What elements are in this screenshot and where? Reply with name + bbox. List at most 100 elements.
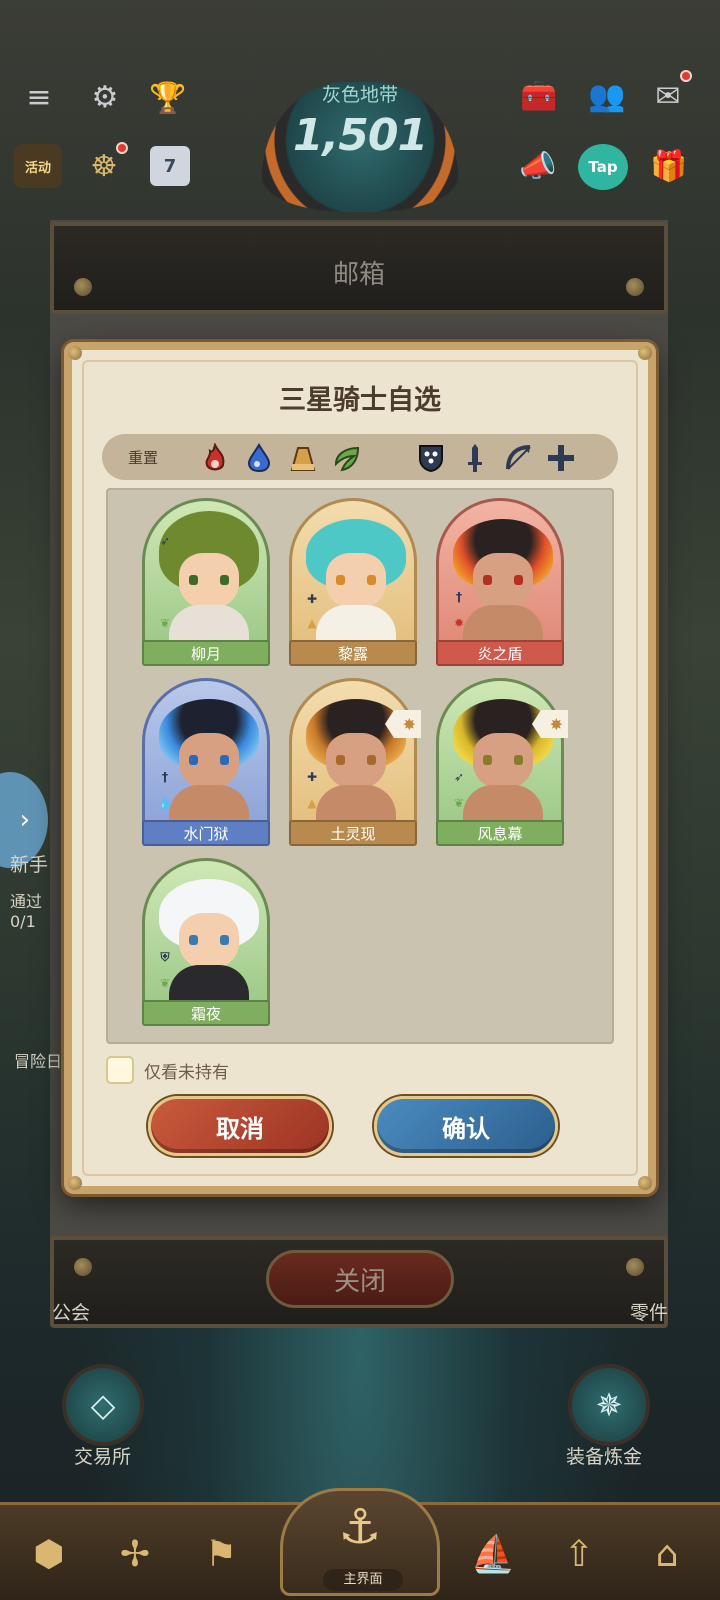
confirm-button[interactable]: 确认: [374, 1096, 558, 1156]
fire-icon: ✹: [453, 616, 465, 630]
wind-icon: ❦: [159, 616, 171, 630]
knight-name: 土灵现: [289, 820, 417, 846]
parts-label: 零件: [630, 1302, 669, 1324]
earth-icon[interactable]: [286, 441, 320, 475]
tap-label: Tap: [588, 158, 618, 176]
calendar-icon[interactable]: 7: [150, 146, 190, 186]
knight-name: 炎之盾: [436, 640, 564, 666]
fire-icon[interactable]: [198, 441, 232, 475]
menu-icon[interactable]: ≡: [20, 78, 58, 116]
adventure-label: 冒险日: [14, 1052, 63, 1071]
knight-portrait: ➶ ❦: [142, 498, 270, 648]
earth-icon: ▲: [307, 616, 317, 630]
sword-icon: †: [456, 590, 462, 604]
calendar-day: 7: [163, 155, 177, 177]
cross-icon: ✚: [306, 592, 318, 606]
only-unowned-checkbox[interactable]: [106, 1056, 134, 1084]
mailbox-header: 邮箱: [50, 222, 668, 314]
rivet: [74, 278, 92, 296]
nav-shop-icon[interactable]: ⌂: [632, 1519, 702, 1589]
water-icon[interactable]: [242, 441, 276, 475]
knight-card-yanzhidun[interactable]: † ✹ 炎之盾: [436, 498, 564, 666]
knight-name: 黎露: [289, 640, 417, 666]
refine-label: 装备炼金: [566, 1446, 643, 1468]
sword-icon: †: [162, 770, 168, 784]
rivet: [74, 1258, 92, 1276]
knight-name: 柳月: [142, 640, 270, 666]
nav-rank-icon[interactable]: ⇧: [544, 1519, 614, 1589]
gift-icon[interactable]: 🎁: [644, 142, 694, 190]
shield-icon[interactable]: [414, 441, 448, 475]
nav-main-label: 主界面: [323, 1569, 403, 1591]
only-unowned-row[interactable]: 仅看未持有: [106, 1055, 229, 1085]
wind-icon: ❦: [159, 976, 171, 990]
mail-icon[interactable]: ✉: [646, 78, 690, 114]
bow-icon: ➶: [453, 770, 465, 784]
mailbox-close-button[interactable]: 关闭: [266, 1250, 454, 1308]
corner-rivet: [638, 346, 652, 360]
knight-card-fengximu[interactable]: ➶ ❦ ✸ 风息幕: [436, 678, 568, 846]
water-icon: 💧: [157, 796, 173, 810]
mail-badge-dot: [680, 70, 692, 82]
pass-label: 通过: [10, 892, 43, 911]
trophy-icon[interactable]: 🏆: [146, 76, 190, 120]
nav-propeller-icon[interactable]: ✢: [100, 1519, 170, 1589]
knight-name: 风息幕: [436, 820, 564, 846]
filter-bar: 重置: [102, 434, 618, 480]
guild-label: 公会: [52, 1302, 91, 1324]
progress-label: 0/1: [10, 912, 36, 931]
exchange-button[interactable]: ◇: [62, 1364, 144, 1446]
nav-banner-icon[interactable]: ⚑: [186, 1519, 256, 1589]
knight-portrait: † 💧: [142, 678, 270, 828]
earth-icon: ▲: [307, 796, 317, 810]
sword-icon[interactable]: [458, 441, 492, 475]
wind-icon[interactable]: [330, 441, 364, 475]
exchange-label: 交易所: [74, 1446, 132, 1468]
chevron-right-icon: ›: [19, 805, 30, 835]
knight-portrait: ✚ ▲: [289, 498, 417, 648]
nav-ship-icon[interactable]: ⛵: [458, 1519, 528, 1589]
anchor-icon: ⚓: [338, 1499, 382, 1555]
knight-card-shuangye[interactable]: ⛨ ❦ 霜夜: [142, 858, 270, 1026]
knight-portrait: ➶ ❦: [436, 678, 564, 828]
knight-select-modal: 三星骑士自选 重置 ➶ ❦ 柳月 ✚ ▲ 黎露 † ✹ 炎之盾 † 💧 水门狱 …: [64, 342, 656, 1194]
cross-icon[interactable]: [544, 441, 578, 475]
knight-card-lilu[interactable]: ✚ ▲ 黎露: [289, 498, 417, 666]
rivet: [626, 278, 644, 296]
corner-rivet: [638, 1176, 652, 1190]
notification-dot: [116, 142, 128, 154]
refine-button[interactable]: ✵: [568, 1364, 650, 1446]
friends-icon[interactable]: 👥: [584, 74, 630, 118]
knight-name: 水门狱: [142, 820, 270, 846]
corner-rivet: [68, 346, 82, 360]
zone-score: 1,501: [292, 110, 428, 161]
knight-card-shuimenyu[interactable]: † 💧 水门狱: [142, 678, 270, 846]
knight-name: 霜夜: [142, 1000, 270, 1026]
toolbox-icon[interactable]: 🧰: [516, 76, 562, 116]
wind-icon: ❦: [453, 796, 465, 810]
tap-icon[interactable]: Tap: [578, 144, 628, 190]
knight-grid: ➶ ❦ 柳月 ✚ ▲ 黎露 † ✹ 炎之盾 † 💧 水门狱 ✚ ▲ ✸ 土灵现 …: [106, 488, 614, 1044]
newbie-label: 新手: [10, 854, 49, 876]
rivet: [626, 1258, 644, 1276]
nav-main-button[interactable]: ⚓ 主界面: [280, 1488, 440, 1596]
gear-icon[interactable]: ⚙: [84, 76, 126, 118]
reset-filter-button[interactable]: 重置: [128, 447, 158, 468]
cross-icon: ✚: [306, 770, 318, 784]
nav-equipment-icon[interactable]: ⬢: [14, 1519, 84, 1589]
knight-card-liuyue[interactable]: ➶ ❦ 柳月: [142, 498, 270, 666]
activity-icon[interactable]: 活动: [14, 144, 62, 188]
only-unowned-label: 仅看未持有: [144, 1062, 229, 1083]
megaphone-icon[interactable]: 📣: [514, 142, 562, 190]
modal-title: 三星骑士自选: [279, 385, 441, 416]
knight-card-tulingxian[interactable]: ✚ ▲ ✸ 土灵现: [289, 678, 421, 846]
cancel-button[interactable]: 取消: [148, 1096, 332, 1156]
activity-label: 活动: [24, 160, 51, 176]
mailbox-title: 邮箱: [332, 260, 385, 290]
knight-portrait: † ✹: [436, 498, 564, 648]
bow-icon[interactable]: [502, 441, 536, 475]
diamond-icon: ◇: [90, 1386, 116, 1424]
knight-portrait: ✚ ▲: [289, 678, 417, 828]
shield-icon: ⛨: [160, 949, 170, 964]
bow-icon: ➶: [159, 534, 171, 548]
